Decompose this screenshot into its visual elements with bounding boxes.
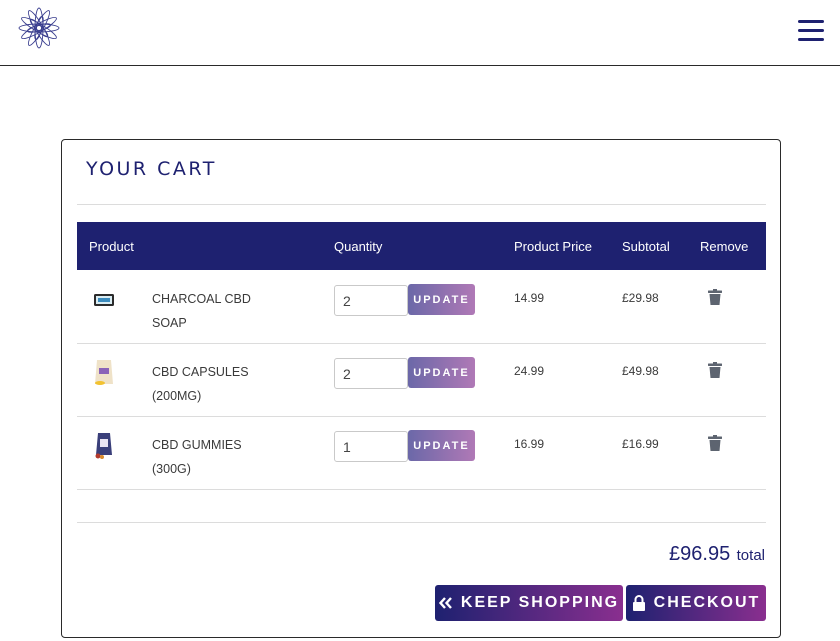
- soap-bar-icon: [94, 294, 114, 306]
- cart-panel: YOUR CART Product Quantity Product Price…: [61, 139, 781, 638]
- update-button[interactable]: UPDATE: [408, 284, 475, 315]
- quantity-input[interactable]: [334, 285, 408, 316]
- column-header-quantity: Quantity: [334, 239, 383, 254]
- column-header-price: Product Price: [514, 239, 593, 254]
- product-price: 14.99: [514, 291, 545, 305]
- hamburger-bar: [798, 38, 824, 41]
- cart-total: £96.95 total: [669, 543, 765, 566]
- trash-icon[interactable]: [708, 362, 722, 378]
- cart-row: CBD CAPSULES (200MG) UPDATE 24.99 £49.98: [77, 344, 766, 417]
- lotus-logo-icon[interactable]: [15, 4, 63, 52]
- line-subtotal: £49.98: [622, 364, 659, 378]
- site-header: [0, 0, 840, 66]
- cart-table-header: Product Quantity Product Price Subtotal …: [77, 222, 766, 270]
- keep-shopping-label: KEEP SHOPPING: [460, 594, 620, 611]
- product-price: 24.99: [514, 364, 545, 378]
- cart-row: CBD GUMMIES (300G) UPDATE 16.99 £16.99: [77, 417, 766, 490]
- gummies-pouch-icon: [95, 433, 112, 459]
- product-name: CBD GUMMIES (300G): [152, 438, 242, 476]
- lock-icon: [632, 595, 645, 611]
- hamburger-menu-icon[interactable]: [798, 20, 824, 44]
- capsule-pouch-icon: [95, 360, 113, 385]
- quantity-input[interactable]: [334, 358, 408, 389]
- trash-icon[interactable]: [708, 435, 722, 451]
- product-name: CHARCOAL CBD SOAP: [152, 292, 251, 330]
- update-button[interactable]: UPDATE: [408, 357, 475, 388]
- product-name: CBD CAPSULES (200MG): [152, 365, 249, 403]
- keep-shopping-button[interactable]: KEEP SHOPPING: [435, 585, 623, 621]
- trash-icon[interactable]: [708, 289, 722, 305]
- double-chevron-left-icon: [438, 597, 452, 609]
- cart-row: CHARCOAL CBD SOAP UPDATE 14.99 £29.98: [77, 271, 766, 344]
- cart-title: YOUR CART: [86, 158, 217, 180]
- total-amount: £96.95: [669, 543, 731, 565]
- checkout-label: CHECKOUT: [653, 594, 761, 611]
- line-subtotal: £29.98: [622, 291, 659, 305]
- column-header-product: Product: [89, 239, 134, 254]
- column-header-remove: Remove: [700, 239, 749, 254]
- quantity-input[interactable]: [334, 431, 408, 462]
- hamburger-bar: [798, 29, 824, 32]
- line-subtotal: £16.99: [622, 437, 659, 451]
- hamburger-bar: [798, 20, 824, 23]
- column-header-subtotal: Subtotal: [622, 239, 670, 254]
- product-price: 16.99: [514, 437, 545, 451]
- total-label: total: [736, 547, 765, 564]
- checkout-button[interactable]: CHECKOUT: [626, 585, 766, 621]
- update-button[interactable]: UPDATE: [408, 430, 475, 461]
- divider: [77, 522, 766, 523]
- divider: [77, 204, 766, 205]
